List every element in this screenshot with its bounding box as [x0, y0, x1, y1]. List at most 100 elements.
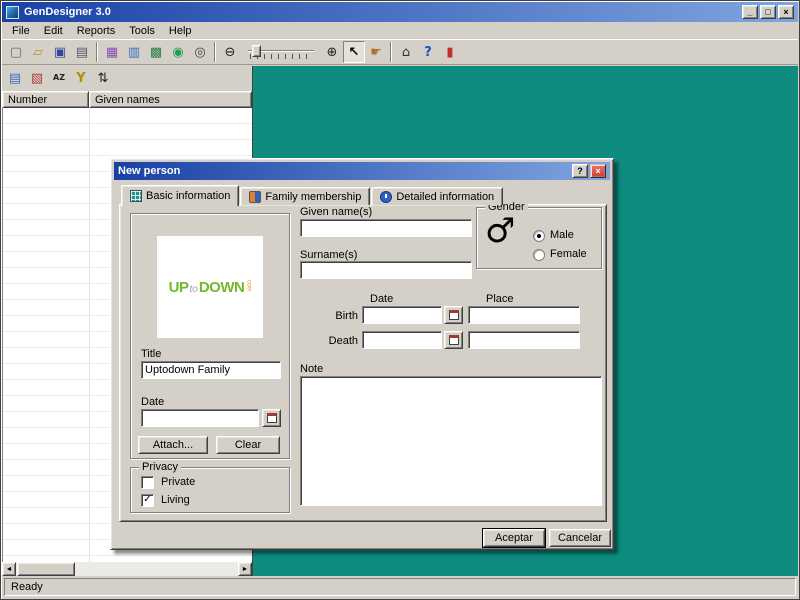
given-name-input[interactable] — [300, 219, 472, 237]
menu-reports[interactable]: Reports — [70, 23, 123, 39]
list-header: Number Given names — [2, 91, 252, 108]
pan-tool-button[interactable]: ☛ — [365, 41, 387, 63]
filter-icon: Y — [76, 70, 86, 86]
sort-order-icon: ⇅ — [97, 70, 109, 86]
main-toolbar: ▢ ▱ ▣ ▤ ▦ ▥ ▩ ◉ ◎ ⊖ ⊕ ↖ ☛ ⌂ ? ▮ — [2, 39, 798, 65]
help-icon: ? — [577, 165, 583, 176]
female-radio[interactable] — [533, 249, 545, 261]
photo-date-input[interactable] — [141, 409, 259, 427]
new-person-dialog: New person ? × Basic information Family … — [110, 158, 614, 550]
statistics-icon: ▧ — [30, 70, 44, 86]
tab-label: Basic information — [146, 190, 231, 202]
private-label[interactable]: Private — [161, 476, 195, 488]
save-button[interactable]: ▣ — [49, 41, 71, 63]
horizontal-scrollbar[interactable]: ◄ ► — [2, 562, 252, 576]
accept-button[interactable]: Aceptar — [483, 529, 545, 547]
zoom-out-button[interactable]: ⊖ — [219, 41, 241, 63]
logo-up-text: UP — [168, 278, 189, 296]
dialog-help-button[interactable]: ? — [572, 164, 588, 178]
male-label[interactable]: Male — [550, 229, 574, 241]
filter-button[interactable]: Y — [70, 67, 92, 89]
private-checkbox[interactable]: ✓ — [141, 476, 154, 489]
note-label: Note — [300, 363, 324, 375]
photo-preview[interactable]: UP to DOWN com — [157, 236, 263, 338]
help-icon: ? — [424, 44, 432, 60]
column-header-given-names[interactable]: Given names — [89, 91, 252, 108]
zoom-out-icon: ⊖ — [224, 44, 236, 60]
sort-alpha-button[interactable]: AZ — [48, 67, 70, 89]
minimize-button[interactable]: _ — [742, 5, 758, 19]
photo-album-button[interactable]: ▦ — [101, 41, 123, 63]
help-button[interactable]: ? — [417, 41, 439, 63]
maximize-button[interactable]: □ — [760, 5, 776, 19]
pan-tool-icon: ☛ — [370, 44, 382, 60]
female-label[interactable]: Female — [550, 248, 587, 260]
list-view-icon: ▤ — [8, 70, 22, 86]
exit-button[interactable]: ▮ — [439, 41, 461, 63]
male-radio[interactable] — [533, 230, 545, 242]
scroll-right-arrow-icon[interactable]: ► — [238, 562, 252, 576]
panel-toolbar: ▤ ▧ AZ Y ⇅ — [2, 66, 252, 90]
status-bar: Ready — [2, 576, 798, 598]
new-document-icon: ▢ — [9, 44, 23, 60]
work-area: ▤ ▧ AZ Y ⇅ Number Given names ◄ ► New pe… — [2, 66, 798, 576]
birth-place-input[interactable] — [468, 306, 580, 324]
logo-com-text: com — [245, 280, 252, 292]
toolbar-separator — [390, 42, 392, 62]
column-header-number[interactable]: Number — [2, 91, 89, 108]
family-icon — [249, 190, 262, 203]
pointer-tool-button[interactable]: ↖ — [343, 41, 365, 63]
death-date-input[interactable] — [362, 331, 442, 349]
zoom-slider-thumb[interactable] — [252, 45, 261, 57]
chart-button[interactable]: ▥ — [123, 41, 145, 63]
scroll-left-arrow-icon[interactable]: ◄ — [2, 562, 16, 576]
title-input[interactable] — [141, 361, 281, 379]
menu-help[interactable]: Help — [162, 23, 199, 39]
chart-icon: ▥ — [127, 44, 141, 60]
death-calendar-button[interactable] — [444, 331, 463, 349]
close-icon: × — [783, 6, 789, 17]
tab-basic-information[interactable]: Basic information — [121, 185, 240, 206]
gender-group: Gender ♂ Male Female — [476, 201, 602, 269]
male-symbol-icon: ♂ — [485, 211, 516, 251]
menu-file[interactable]: File — [5, 23, 37, 39]
home-button[interactable]: ⌂ — [395, 41, 417, 63]
list-view-button[interactable]: ▤ — [4, 67, 26, 89]
living-label[interactable]: Living — [161, 494, 190, 506]
dialog-close-button[interactable]: × — [590, 164, 606, 178]
menu-tools[interactable]: Tools — [122, 23, 162, 39]
living-checkbox[interactable]: ✓ — [141, 494, 154, 507]
open-button[interactable]: ▱ — [27, 41, 49, 63]
birth-calendar-button[interactable] — [444, 306, 463, 324]
death-place-input[interactable] — [468, 331, 580, 349]
world-button[interactable]: ◉ — [167, 41, 189, 63]
close-button[interactable]: × — [778, 5, 794, 19]
place-column-header: Place — [486, 293, 514, 305]
attach-button[interactable]: Attach... — [138, 436, 208, 454]
check-icon: ✓ — [143, 494, 152, 505]
print-icon: ▤ — [75, 44, 89, 60]
surname-input[interactable] — [300, 261, 472, 279]
family-tree-button[interactable]: ▩ — [145, 41, 167, 63]
scrollbar-thumb[interactable] — [17, 562, 75, 576]
app-icon — [6, 5, 19, 19]
birth-date-input[interactable] — [362, 306, 442, 324]
sort-order-button[interactable]: ⇅ — [92, 67, 114, 89]
cancel-button[interactable]: Cancelar — [549, 529, 611, 547]
tab-family-membership[interactable]: Family membership — [240, 187, 371, 205]
photo-date-label: Date — [141, 396, 165, 408]
clear-button[interactable]: Clear — [216, 436, 280, 454]
zoom-in-button[interactable]: ⊕ — [321, 41, 343, 63]
dialog-tabs: Basic information Family membership Deta… — [121, 184, 504, 206]
zoom-slider[interactable] — [246, 42, 316, 62]
statistics-button[interactable]: ▧ — [26, 67, 48, 89]
note-textarea[interactable] — [300, 376, 602, 506]
print-button[interactable]: ▤ — [71, 41, 93, 63]
find-button[interactable]: ◎ — [189, 41, 211, 63]
tab-detailed-information[interactable]: Detailed information — [371, 187, 504, 205]
photo-date-calendar-button[interactable] — [262, 409, 281, 427]
menu-edit[interactable]: Edit — [37, 23, 70, 39]
birth-label: Birth — [335, 310, 358, 322]
new-document-button[interactable]: ▢ — [5, 41, 27, 63]
logo-down-text: DOWN — [198, 278, 245, 296]
